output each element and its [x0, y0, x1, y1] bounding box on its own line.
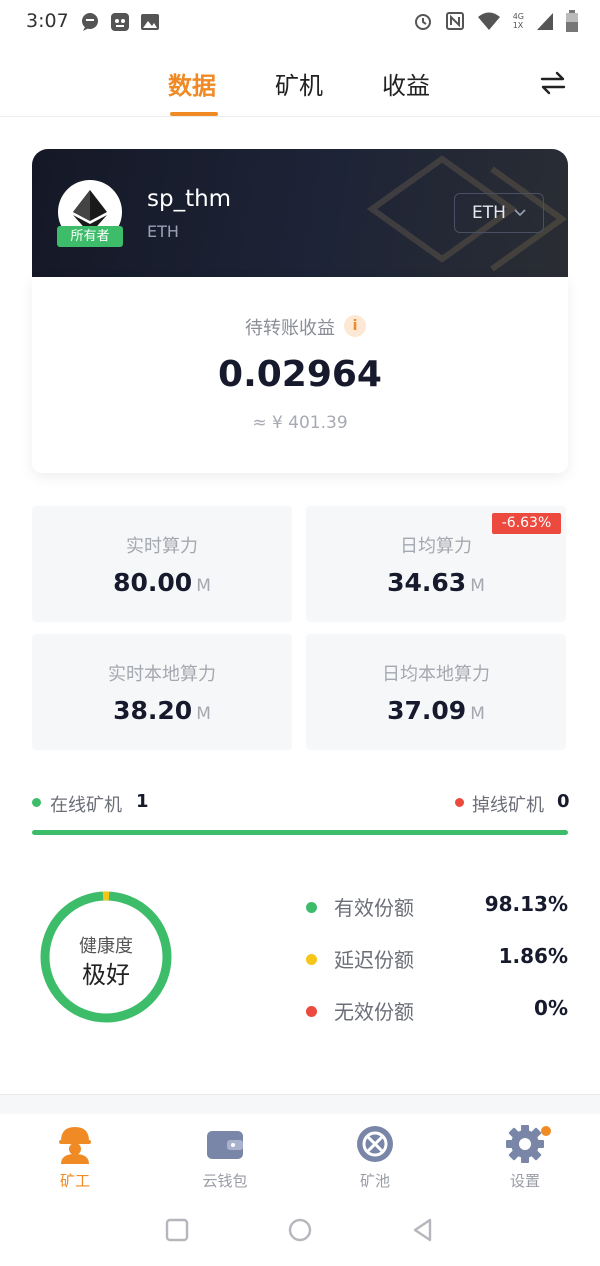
pending-earnings-cny: ≈ ¥ 401.39: [252, 413, 348, 433]
signal-icon: [537, 13, 553, 30]
change-badge: -6.63%: [492, 513, 561, 534]
header-divider: [0, 116, 600, 117]
switch-icon[interactable]: [538, 68, 568, 98]
stat-value: 80.00 M: [113, 568, 211, 597]
invalid-share-dot: [306, 1006, 317, 1017]
nav-settings[interactable]: 设置: [475, 1124, 575, 1194]
share-label: 无效份额: [334, 1000, 414, 1024]
share-row-delayed: 延迟份额 1.86%: [306, 943, 568, 973]
nfc-icon: [445, 12, 464, 30]
pending-earnings-title: 待转账收益: [245, 318, 335, 339]
online-ratio-bar: [32, 830, 568, 835]
miner-icon: [59, 1127, 91, 1164]
coin-selector[interactable]: ETH: [454, 193, 544, 233]
stat-label: 日均本地算力: [382, 664, 490, 685]
online-miners-label: 在线矿机: [50, 795, 122, 816]
tab-earnings[interactable]: 收益: [382, 66, 430, 101]
network-type: 4G 1X: [512, 12, 524, 30]
nav-wallet[interactable]: 云钱包: [175, 1124, 275, 1194]
nav-label: 矿工: [59, 1172, 90, 1190]
battery-icon: [566, 10, 578, 32]
stat-value: 34.63 M: [387, 568, 485, 597]
nav-pool[interactable]: 矿池: [325, 1124, 425, 1194]
online-dot: [32, 798, 41, 807]
alarm-icon: [414, 14, 431, 30]
tab-data[interactable]: 数据: [168, 66, 216, 101]
stat-label: 实时算力: [126, 536, 198, 557]
offline-dot: [455, 798, 464, 807]
account-coin: ETH: [147, 222, 179, 241]
nav-label: 云钱包: [202, 1172, 248, 1190]
section-separator: [0, 1094, 600, 1114]
back-icon[interactable]: [410, 1217, 436, 1243]
stat-daily-local-hashrate[interactable]: 日均本地算力 37.09 M: [306, 634, 566, 750]
tab-miners[interactable]: 矿机: [275, 66, 323, 101]
chevron-down-icon: [514, 209, 526, 217]
offline-miners-label: 掉线矿机: [472, 795, 544, 816]
share-row-invalid: 无效份额 0%: [306, 995, 568, 1025]
valid-share-dot: [306, 902, 317, 913]
coin-selector-value: ETH: [472, 203, 506, 223]
nav-label: 设置: [509, 1172, 540, 1190]
status-time: 3:07: [26, 10, 69, 32]
recents-icon[interactable]: [164, 1217, 190, 1243]
online-miners-count: 1: [136, 791, 149, 812]
app-icon: [111, 13, 129, 31]
share-value: 1.86%: [498, 944, 568, 968]
nav-miner[interactable]: 矿工: [25, 1124, 125, 1194]
stat-label: 实时本地算力: [108, 664, 216, 685]
image-icon: [141, 14, 159, 30]
wallet-icon: [207, 1131, 243, 1159]
share-label: 有效份额: [334, 896, 414, 920]
wifi-icon: [477, 12, 500, 30]
notification-dot: [541, 1126, 551, 1136]
owner-badge: 所有者: [57, 226, 123, 247]
username: sp_thm: [147, 186, 232, 212]
stat-realtime-local-hashrate[interactable]: 实时本地算力 38.20 M: [32, 634, 292, 750]
stat-value: 38.20 M: [113, 696, 211, 725]
share-value: 98.13%: [484, 892, 568, 916]
pending-earnings-value: 0.02964: [218, 354, 382, 395]
home-icon[interactable]: [287, 1217, 313, 1243]
info-icon[interactable]: i: [344, 315, 366, 337]
health-value: 极好: [82, 961, 130, 989]
offline-miners-count: 0: [557, 791, 570, 812]
chat-icon: [82, 13, 98, 31]
share-value: 0%: [534, 996, 568, 1020]
stat-realtime-hashrate[interactable]: 实时算力 80.00 M: [32, 506, 292, 622]
stat-label: 日均算力: [400, 536, 472, 557]
share-row-valid: 有效份额 98.13%: [306, 891, 568, 921]
pool-icon: [357, 1126, 393, 1162]
status-icons: 4G 1X: [413, 10, 578, 32]
share-label: 延迟份额: [334, 948, 414, 972]
delayed-share-dot: [306, 954, 317, 965]
stat-value: 37.09 M: [387, 696, 485, 725]
nav-label: 矿池: [359, 1172, 390, 1190]
settings-icon: [506, 1125, 544, 1163]
